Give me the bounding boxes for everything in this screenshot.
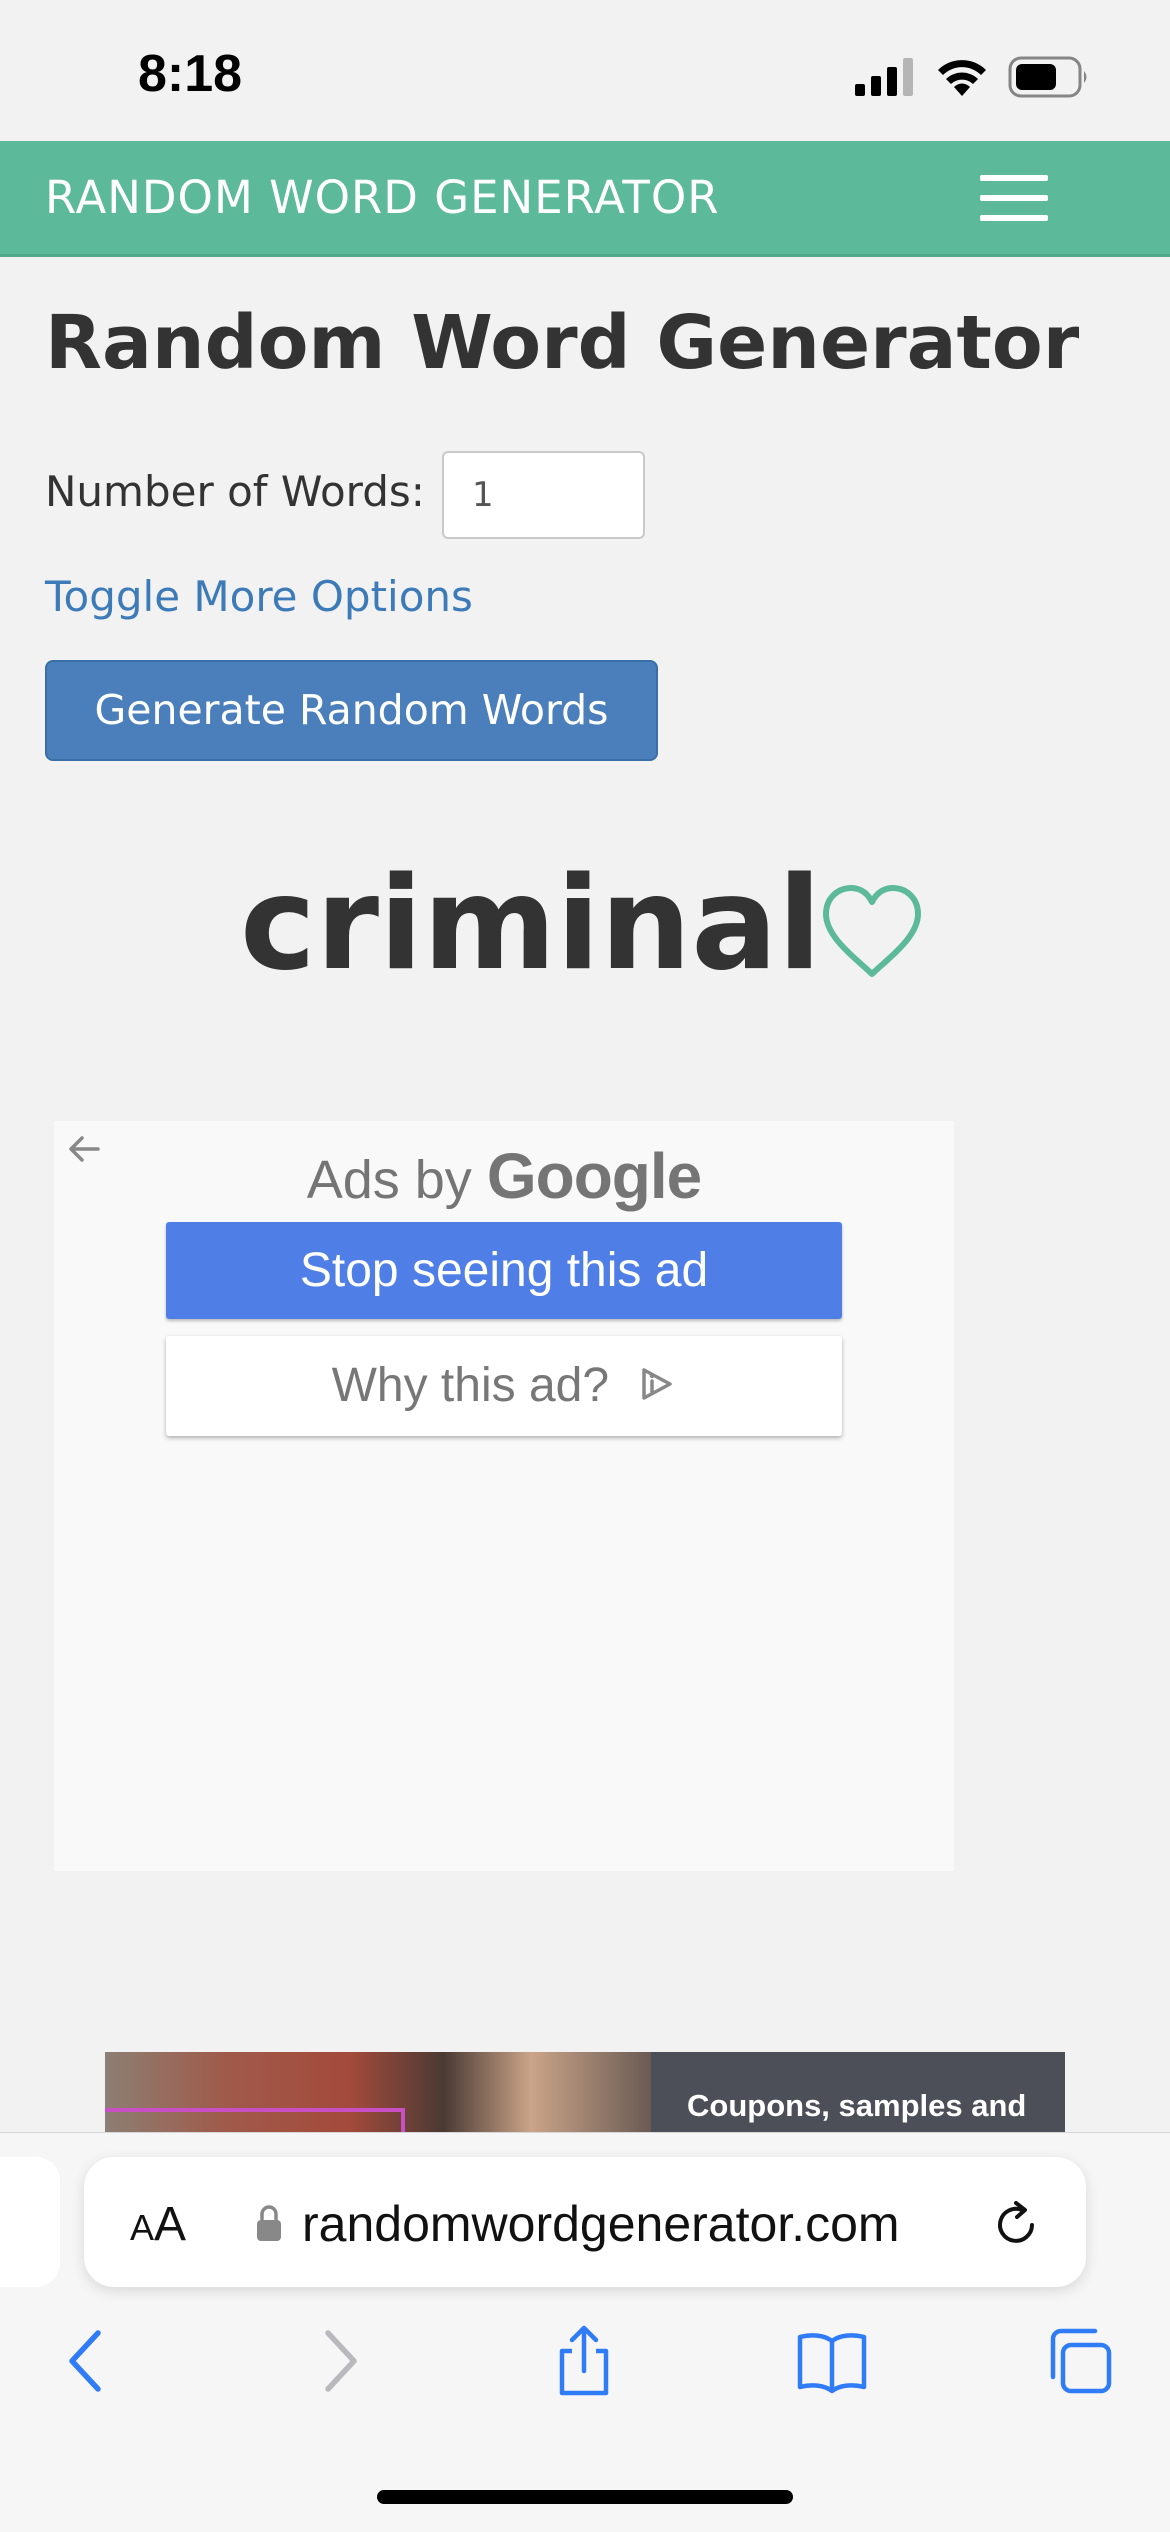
share-icon[interactable] <box>548 2325 620 2397</box>
tabs-icon[interactable] <box>1043 2325 1115 2397</box>
stop-seeing-ad-button[interactable]: Stop seeing this ad <box>166 1222 842 1319</box>
page-title: Random Word Generator <box>45 300 1080 386</box>
lock-icon <box>257 2205 281 2241</box>
address-bar[interactable]: AA randomwordgenerator.com <box>84 2157 1086 2287</box>
heart-outline-icon[interactable] <box>818 882 926 982</box>
banner-ad[interactable]: Coupons, samples and <box>105 2052 1065 2132</box>
generated-word: criminal <box>240 850 822 999</box>
page: 8:18 RANDOM WORD GENERATOR Random Word G… <box>0 0 1170 2532</box>
status-bar: 8:18 <box>0 0 1170 141</box>
generate-random-words-button[interactable]: Generate Random Words <box>45 660 658 761</box>
reload-icon[interactable] <box>988 2195 1044 2251</box>
wifi-icon <box>938 60 986 96</box>
ads-by-google-label: Ads by Google <box>54 1139 954 1213</box>
ad-frame: Ads by Google Stop seeing this ad Why th… <box>54 1121 954 1871</box>
back-icon[interactable] <box>52 2325 124 2397</box>
banner-ad-text: Coupons, samples and <box>687 2088 1027 2123</box>
number-of-words-input[interactable]: 1 <box>442 451 645 539</box>
site-title-link[interactable]: RANDOM WORD GENERATOR <box>45 171 720 224</box>
site-header: RANDOM WORD GENERATOR <box>0 141 1170 257</box>
banner-ad-image <box>105 2052 651 2132</box>
bookmarks-icon[interactable] <box>796 2325 868 2397</box>
number-of-words-label: Number of Words: <box>45 467 425 516</box>
cellular-signal-icon <box>855 58 913 96</box>
url-text: randomwordgenerator.com <box>302 2196 900 2252</box>
google-logo: Google <box>486 1140 702 1212</box>
why-this-ad-button[interactable]: Why this ad? <box>166 1336 842 1436</box>
hamburger-menu-icon[interactable] <box>980 175 1048 223</box>
battery-icon <box>1008 56 1087 98</box>
ads-by-text: Ads by <box>306 1150 472 1210</box>
home-indicator[interactable] <box>377 2490 793 2504</box>
why-this-ad-label: Why this ad? <box>331 1359 610 1412</box>
reader-text-size-button[interactable]: AA <box>130 2197 186 2252</box>
previous-tab-preview[interactable] <box>0 2157 60 2287</box>
status-time: 8:18 <box>138 45 243 103</box>
forward-icon[interactable] <box>302 2325 374 2397</box>
toggle-more-options-link[interactable]: Toggle More Options <box>45 572 473 621</box>
adchoices-icon <box>642 1368 673 1401</box>
